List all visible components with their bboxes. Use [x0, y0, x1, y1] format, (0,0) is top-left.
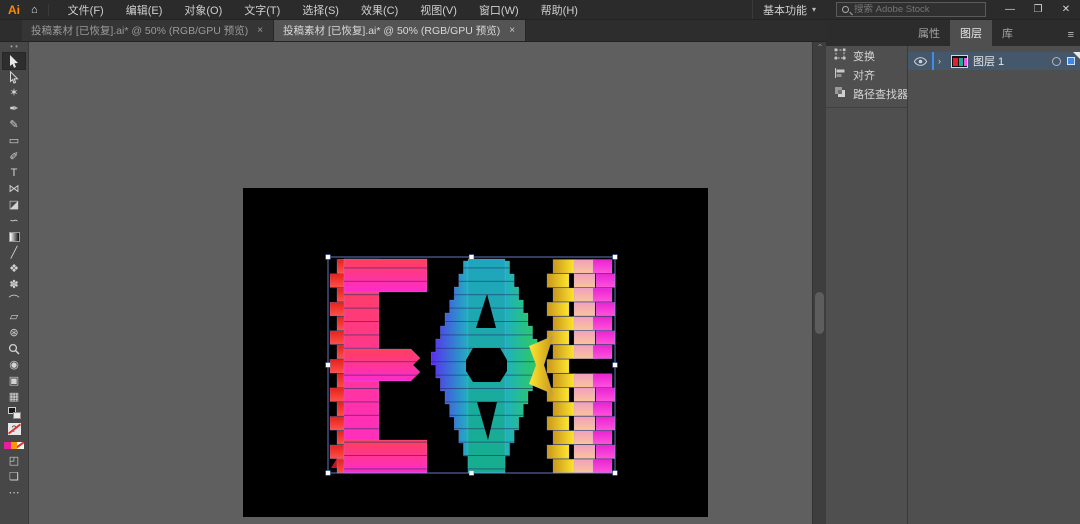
- tab-properties[interactable]: 属性: [908, 20, 950, 46]
- home-icon[interactable]: ⌂: [29, 4, 49, 16]
- workspace-label: 基本功能: [763, 2, 807, 18]
- collapsed-panel-dock: 变换对齐路径查找器: [826, 46, 908, 524]
- panel-tabs: 属性 图层 库 ≡: [908, 20, 1080, 46]
- hand-tool[interactable]: ◉: [3, 357, 25, 373]
- document-tab-2[interactable]: 投稿素材 [已恢复].ai* @ 50% (RGB/GPU 预览) ×: [274, 20, 526, 41]
- stock-search[interactable]: [836, 2, 986, 17]
- drawing-mode[interactable]: ◰: [3, 453, 25, 469]
- right-dock: 属性 图层 库 ≡ 变换对齐路径查找器 › 图层 1: [826, 20, 1080, 524]
- layer-row[interactable]: › 图层 1: [908, 52, 1080, 70]
- document-tab-1-title: 投稿素材 [已恢复].ai* @ 50% (RGB/GPU 预览): [31, 23, 248, 38]
- ai-logo[interactable]: Ai: [0, 3, 29, 17]
- dock-item-label: 路径查找器: [853, 86, 908, 102]
- blend-tool[interactable]: ❖: [3, 261, 25, 277]
- perspective-grid-tool[interactable]: ▦: [3, 389, 25, 405]
- fill-stroke-swap[interactable]: [3, 405, 25, 421]
- search-input[interactable]: [854, 4, 974, 15]
- ribbon-text-artwork[interactable]: [243, 188, 708, 517]
- dock-item-0[interactable]: 变换: [826, 46, 907, 65]
- layer-accent-bar: [932, 52, 934, 70]
- menu-item-3[interactable]: 文字(T): [233, 2, 291, 18]
- dock-item-1[interactable]: 对齐: [826, 65, 907, 84]
- rotate-view-tool[interactable]: ⊛: [3, 325, 25, 341]
- width-tool[interactable]: ⋈: [3, 181, 25, 197]
- arc-tool[interactable]: ⌒: [3, 293, 25, 309]
- panel-menu-icon[interactable]: ≡: [1062, 24, 1080, 46]
- tab-libraries[interactable]: 库: [992, 20, 1023, 46]
- search-icon: [842, 6, 849, 13]
- layers-panel: › 图层 1: [908, 46, 1080, 524]
- tool-bar: • • ✶✒✎▭✐T⋈◪∽ ╱❖✽⌒▱⊛ ◉▣▦? ◰❏⋯: [0, 42, 29, 524]
- layer-thumbnail[interactable]: [951, 55, 968, 68]
- lasso-tool[interactable]: ∽: [3, 213, 25, 229]
- dock-items: 变换对齐路径查找器: [826, 46, 907, 103]
- dock-item-2[interactable]: 路径查找器: [826, 84, 907, 103]
- expand-chevron-icon[interactable]: ›: [938, 56, 948, 66]
- menu-item-7[interactable]: 窗口(W): [468, 2, 530, 18]
- rectangle-tool[interactable]: ▭: [3, 133, 25, 149]
- layer-target-icon[interactable]: [1052, 57, 1061, 66]
- tabbar-spacer: [0, 20, 22, 41]
- selection-tool[interactable]: [3, 53, 25, 69]
- menu-item-4[interactable]: 选择(S): [291, 2, 350, 18]
- vertical-scrollbar[interactable]: ⌃: [812, 42, 826, 524]
- direct-selection-tool[interactable]: [3, 69, 25, 85]
- restore-button[interactable]: ❐: [1024, 0, 1052, 19]
- transform-icon: [834, 48, 846, 63]
- close-icon[interactable]: ×: [256, 25, 264, 36]
- menu-bar: Ai ⌂ 文件(F)编辑(E)对象(O)文字(T)选择(S)效果(C)视图(V)…: [0, 0, 1080, 20]
- chevron-down-icon: ▾: [812, 5, 816, 14]
- tab-layers[interactable]: 图层: [950, 20, 992, 46]
- panel-header: 属性 图层 库 ≡: [826, 20, 1080, 46]
- document-tab-1[interactable]: 投稿素材 [已恢复].ai* @ 50% (RGB/GPU 预览) ×: [22, 20, 274, 41]
- type-tool[interactable]: T: [3, 165, 25, 181]
- menu-item-2[interactable]: 对象(O): [173, 2, 233, 18]
- menu-item-5[interactable]: 效果(C): [350, 2, 409, 18]
- document-tab-bar: 投稿素材 [已恢复].ai* @ 50% (RGB/GPU 预览) × 投稿素材…: [0, 20, 826, 42]
- close-button[interactable]: ✕: [1052, 0, 1080, 19]
- workspace-switcher[interactable]: 基本功能 ▾: [752, 0, 826, 19]
- gradient-tool[interactable]: [3, 229, 25, 245]
- eyedropper-tool[interactable]: ╱: [3, 245, 25, 261]
- canvas-pasteboard[interactable]: [29, 42, 812, 524]
- layer-corner-flag: [1073, 52, 1080, 59]
- pathfinder-icon: [834, 86, 846, 101]
- artboard-tool[interactable]: ▱: [3, 309, 25, 325]
- dock-separator: [826, 107, 907, 108]
- menu-item-8[interactable]: 帮助(H): [530, 2, 589, 18]
- color-bar[interactable]: [3, 437, 25, 453]
- dock-item-label: 变换: [853, 48, 875, 64]
- paintbrush-tool[interactable]: ✐: [3, 149, 25, 165]
- menu-items: 文件(F)编辑(E)对象(O)文字(T)选择(S)效果(C)视图(V)窗口(W)…: [57, 0, 589, 19]
- minimize-button[interactable]: —: [996, 0, 1024, 19]
- align-icon: [834, 67, 846, 82]
- close-icon[interactable]: ×: [508, 25, 516, 36]
- magic-wand-tool[interactable]: ✶: [3, 85, 25, 101]
- zoom-tool[interactable]: [3, 341, 25, 357]
- artboard[interactable]: [243, 188, 708, 517]
- pen-tool[interactable]: ✒: [3, 101, 25, 117]
- none-swatch[interactable]: ?: [3, 421, 25, 437]
- window-controls: — ❐ ✕: [996, 0, 1080, 19]
- document-tab-2-title: 投稿素材 [已恢复].ai* @ 50% (RGB/GPU 预览): [283, 23, 500, 38]
- menu-item-1[interactable]: 编辑(E): [115, 2, 174, 18]
- menu-item-0[interactable]: 文件(F): [57, 2, 115, 18]
- scrollbar-thumb[interactable]: [815, 292, 824, 334]
- symbol-sprayer-tool[interactable]: ✽: [3, 277, 25, 293]
- layer-name[interactable]: 图层 1: [973, 53, 1052, 69]
- illustrator-window: Ai ⌂ 文件(F)编辑(E)对象(O)文字(T)选择(S)效果(C)视图(V)…: [0, 0, 1080, 524]
- screen-mode[interactable]: ❏: [3, 469, 25, 485]
- toolbar-tools: ✶✒✎▭✐T⋈◪∽ ╱❖✽⌒▱⊛ ◉▣▦? ◰❏⋯: [0, 53, 28, 501]
- menu-item-6[interactable]: 视图(V): [409, 2, 468, 18]
- dock-item-label: 对齐: [853, 67, 875, 83]
- toolbar-grip[interactable]: • •: [10, 44, 18, 52]
- shape-builder-tool[interactable]: ▣: [3, 373, 25, 389]
- curvature-tool[interactable]: ✎: [3, 117, 25, 133]
- scroll-up-icon[interactable]: ⌃: [813, 43, 827, 52]
- menubar-right: 基本功能 ▾ — ❐ ✕: [752, 0, 1080, 19]
- eraser-tool[interactable]: ◪: [3, 197, 25, 213]
- visibility-eye-icon[interactable]: [908, 57, 932, 66]
- more-tools[interactable]: ⋯: [3, 485, 25, 501]
